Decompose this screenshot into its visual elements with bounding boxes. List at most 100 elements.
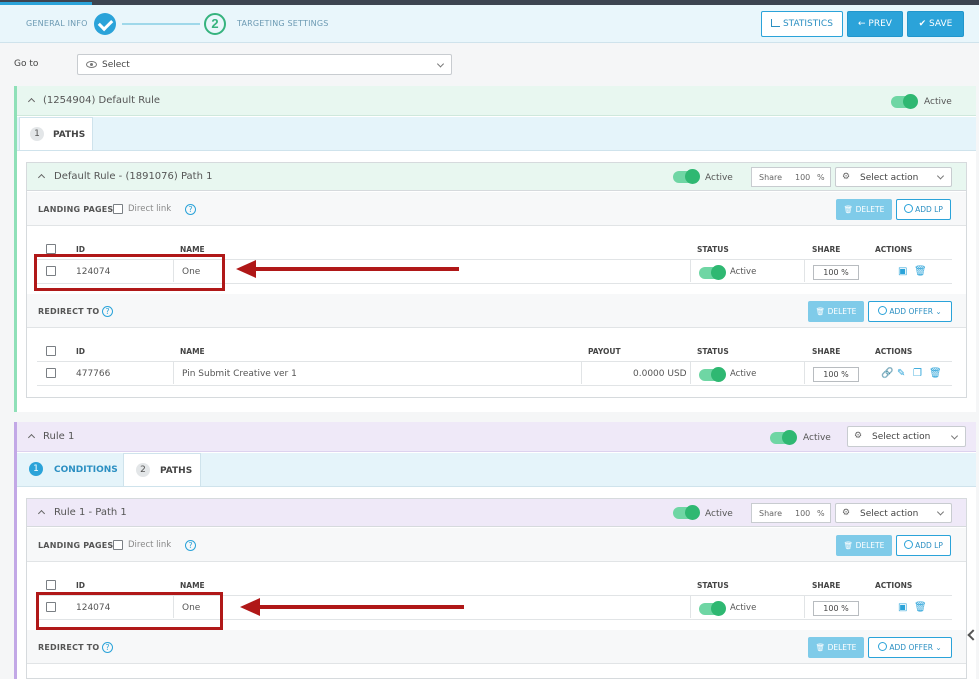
annotation-arrow-shaft: [254, 267, 459, 271]
path-header[interactable]: Default Rule - (1891076) Path 1 Active S…: [27, 163, 966, 191]
path-share-input[interactable]: Share 100 %: [751, 167, 831, 187]
link-icon[interactable]: 🔗: [881, 369, 893, 379]
rule-active-toggle[interactable]: [770, 430, 797, 445]
chevron-up-icon[interactable]: [27, 433, 36, 442]
help-icon[interactable]: ?: [102, 306, 113, 317]
path-active-toggle[interactable]: [673, 169, 700, 184]
row-status: Active: [730, 603, 757, 613]
delete-label: DELETE: [855, 205, 885, 214]
col-id: ID: [76, 245, 86, 254]
row-status: Active: [730, 369, 757, 379]
row-active-toggle[interactable]: [699, 367, 726, 382]
row-payout: 0.0000 USD: [633, 369, 687, 379]
rule-title: Rule 1: [43, 431, 75, 442]
plus-circle-icon: [904, 204, 914, 213]
chevron-down-icon: [936, 172, 945, 180]
trash-icon[interactable]: 🗑: [914, 267, 927, 277]
path-action-select[interactable]: ⚙ Select action: [835, 167, 952, 187]
add-offer-button[interactable]: ADD OFFER ⌄: [868, 301, 952, 322]
step-number-icon: 2: [204, 13, 226, 35]
step-general-info[interactable]: GENERAL INFO: [26, 19, 88, 28]
row-active-toggle[interactable]: [699, 601, 726, 616]
help-icon[interactable]: ?: [185, 204, 196, 215]
share-value: 100: [795, 173, 811, 182]
add-offer-button[interactable]: ADD OFFER ⌄: [868, 637, 952, 658]
trash-icon: 🗑: [843, 541, 854, 550]
row-share-input[interactable]: 100 %: [813, 265, 859, 280]
path-card: Rule 1 - Path 1 Active Share 100 % ⚙ Sel…: [26, 498, 967, 679]
col-status: STATUS: [697, 347, 729, 356]
direct-link-label: Direct link: [128, 204, 172, 214]
copy-icon[interactable]: ❐: [913, 369, 923, 379]
help-icon[interactable]: ?: [185, 540, 196, 551]
direct-link-label: Direct link: [128, 540, 172, 550]
col-share: SHARE: [812, 581, 841, 590]
select-all-checkbox[interactable]: [46, 580, 56, 590]
delete-label: DELETE: [827, 643, 857, 652]
rule-tabs: 1 CONDITIONS 2 PATHS: [17, 453, 976, 487]
annotation-arrow-shaft: [258, 605, 464, 609]
path-active-toggle[interactable]: [673, 505, 700, 520]
add-lp-button[interactable]: ADD LP: [896, 535, 951, 556]
delete-offer-button[interactable]: 🗑 DELETE: [808, 637, 864, 658]
rule-action-select[interactable]: ⚙ Select action: [847, 426, 966, 447]
select-all-checkbox[interactable]: [46, 346, 56, 356]
path-action-select[interactable]: ⚙ Select action: [835, 503, 952, 523]
save-button[interactable]: ✔ SAVE: [907, 11, 964, 37]
step-targeting-settings[interactable]: TARGETING SETTINGS: [237, 19, 329, 28]
statistics-button[interactable]: STATISTICS: [761, 11, 843, 37]
path-header[interactable]: Rule 1 - Path 1 Active Share 100 % ⚙ Sel…: [27, 499, 966, 527]
chevron-down-icon: [436, 59, 445, 68]
col-id: ID: [76, 347, 86, 356]
delete-lp-button[interactable]: 🗑 DELETE: [836, 535, 892, 556]
rule-active-toggle[interactable]: [891, 94, 918, 109]
landing-pages-label: LANDING PAGES: [38, 205, 114, 214]
image-icon[interactable]: ▣: [898, 603, 908, 613]
trash-icon: 🗑: [843, 205, 854, 214]
row-share-input[interactable]: 100 %: [813, 601, 859, 616]
share-label: Share: [759, 509, 783, 518]
row-share-input[interactable]: 100 %: [813, 367, 859, 382]
row-name[interactable]: Pin Submit Creative ver 1: [182, 369, 297, 379]
row-status: Active: [730, 267, 757, 277]
tab-label: PATHS: [160, 466, 193, 476]
image-icon[interactable]: ▣: [898, 267, 908, 277]
chevron-up-icon[interactable]: [37, 509, 46, 518]
divider: [37, 361, 952, 362]
pencil-icon[interactable]: ✎: [897, 369, 907, 379]
select-all-checkbox[interactable]: [46, 244, 56, 254]
delete-lp-button[interactable]: 🗑 DELETE: [836, 199, 892, 220]
trash-icon[interactable]: 🗑: [929, 369, 942, 379]
row-active-toggle[interactable]: [699, 265, 726, 280]
prev-button[interactable]: ← PREV: [847, 11, 903, 37]
goto-select-value: Select: [102, 60, 130, 70]
path-share-input[interactable]: Share 100 %: [751, 503, 831, 523]
rule-header[interactable]: (1254904) Default Rule Active: [17, 86, 976, 116]
select-action-value: Select action: [872, 432, 931, 442]
col-actions: ACTIONS: [875, 581, 913, 590]
tab-paths[interactable]: 2 PATHS: [123, 453, 201, 486]
trash-icon: 🗑: [815, 307, 826, 316]
tab-label: PATHS: [53, 130, 86, 140]
rule-status: Active: [924, 97, 952, 107]
goto-select[interactable]: Select: [77, 54, 452, 75]
tab-conditions[interactable]: 1 CONDITIONS: [19, 453, 123, 486]
rule-header[interactable]: Rule 1 Active ⚙ Select action: [17, 422, 976, 452]
direct-link-checkbox[interactable]: [113, 204, 123, 214]
check-icon: ✔: [918, 19, 927, 29]
direct-link-checkbox[interactable]: [113, 540, 123, 550]
help-icon[interactable]: ?: [102, 642, 113, 653]
delete-offer-button[interactable]: 🗑 DELETE: [808, 301, 864, 322]
chevron-up-icon[interactable]: [37, 173, 46, 182]
chevron-down-icon: [936, 508, 945, 516]
tab-paths[interactable]: 1 PATHS: [19, 117, 93, 150]
trash-icon: 🗑: [815, 643, 826, 652]
col-status: STATUS: [697, 245, 729, 254]
landing-pages-label: LANDING PAGES: [38, 541, 114, 550]
add-lp-button[interactable]: ADD LP: [896, 199, 951, 220]
add-offer-label: ADD OFFER: [889, 307, 933, 316]
chevron-up-icon[interactable]: [27, 97, 36, 106]
trash-icon[interactable]: 🗑: [914, 603, 927, 613]
col-name: NAME: [180, 347, 205, 356]
row-checkbox[interactable]: [46, 368, 56, 378]
